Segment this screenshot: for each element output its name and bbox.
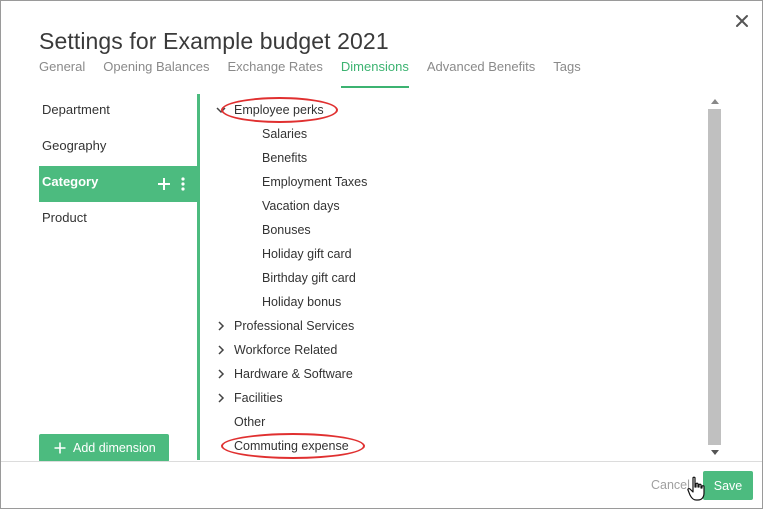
- tree-group-label: Professional Services: [234, 319, 355, 333]
- tree-item[interactable]: Holiday gift card: [216, 242, 696, 266]
- tab-opening-balances[interactable]: Opening Balances: [103, 58, 209, 88]
- tree-item[interactable]: Holiday bonus: [216, 290, 696, 314]
- scroll-up-arrow-icon[interactable]: [707, 94, 722, 108]
- tree-group-label: Facilities: [234, 391, 283, 405]
- plus-icon[interactable]: [157, 177, 171, 191]
- chevron-right-icon[interactable]: [216, 314, 234, 338]
- tree-item[interactable]: Vacation days: [216, 194, 696, 218]
- tree-group-hardware-software[interactable]: Hardware & Software: [216, 362, 696, 386]
- dimension-list: Department Geography Category Product: [39, 94, 197, 460]
- tree-item[interactable]: Bonuses: [216, 218, 696, 242]
- tree-group-label: Workforce Related: [234, 343, 338, 357]
- add-dimension-label: Add dimension: [73, 441, 156, 455]
- tree-item[interactable]: Employment Taxes: [216, 170, 696, 194]
- dimension-label: Product: [42, 210, 87, 225]
- highlight-circle: [221, 97, 338, 123]
- tree-group-professional-services[interactable]: Professional Services: [216, 314, 696, 338]
- highlight-circle: [221, 433, 365, 459]
- chevron-right-icon[interactable]: [216, 362, 234, 386]
- dialog-title: Settings for Example budget 2021: [39, 28, 389, 54]
- tab-dimensions[interactable]: Dimensions: [340, 58, 409, 88]
- tree-group-label: Hardware & Software: [234, 367, 353, 381]
- chevron-right-icon[interactable]: [216, 386, 234, 410]
- dimension-item-product[interactable]: Product: [39, 202, 197, 238]
- panel-divider: [197, 94, 200, 460]
- category-tree: Employee perks Salaries Benefits Employm…: [216, 98, 696, 460]
- tree-item[interactable]: Birthday gift card: [216, 266, 696, 290]
- cancel-button[interactable]: Cancel: [651, 478, 690, 492]
- tab-general[interactable]: General: [39, 58, 85, 88]
- chevron-right-icon[interactable]: [216, 338, 234, 362]
- tab-advanced-benefits[interactable]: Advanced Benefits: [427, 58, 535, 88]
- plus-icon: [54, 442, 66, 454]
- tree-group-facilities[interactable]: Facilities: [216, 386, 696, 410]
- tab-bar: General Opening Balances Exchange Rates …: [39, 58, 599, 88]
- more-options-icon[interactable]: [181, 177, 185, 191]
- tree-item[interactable]: Benefits: [216, 146, 696, 170]
- dimension-label: Department: [42, 102, 110, 117]
- tree-scrollbar[interactable]: [707, 94, 722, 460]
- dimension-label: Category: [42, 174, 99, 189]
- hand-cursor-icon: [687, 476, 705, 501]
- tree-item[interactable]: Salaries: [216, 122, 696, 146]
- scrollbar-thumb[interactable]: [708, 109, 721, 445]
- tree-item-other[interactable]: Other: [216, 410, 696, 434]
- tab-tags[interactable]: Tags: [553, 58, 580, 88]
- close-icon[interactable]: [733, 12, 751, 30]
- save-button[interactable]: Save: [703, 471, 753, 500]
- scroll-down-arrow-icon[interactable]: [707, 446, 722, 460]
- dimension-item-geography[interactable]: Geography: [39, 130, 197, 166]
- dimension-item-department[interactable]: Department: [39, 94, 197, 130]
- dimension-item-category[interactable]: Category: [39, 166, 197, 202]
- tab-exchange-rates[interactable]: Exchange Rates: [228, 58, 323, 88]
- add-dimension-button[interactable]: Add dimension: [39, 434, 169, 462]
- footer-divider: [1, 461, 762, 462]
- dimension-label: Geography: [42, 138, 107, 153]
- tree-group-workforce-related[interactable]: Workforce Related: [216, 338, 696, 362]
